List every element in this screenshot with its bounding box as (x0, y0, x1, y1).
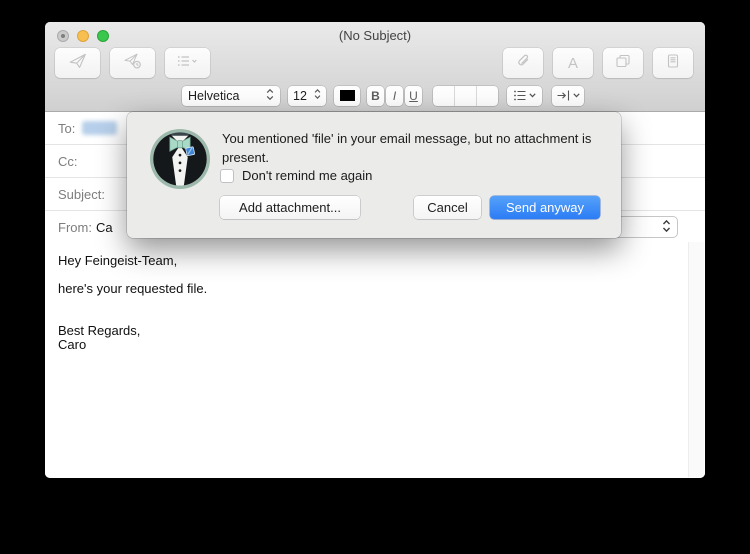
paper-plane-icon (69, 53, 87, 74)
message-body-text: Hey Feingeist-Team, here's your requeste… (58, 253, 208, 352)
tuxedo-avatar-icon (149, 128, 211, 190)
cc-label: Cc: (58, 153, 78, 169)
attach-button[interactable] (503, 48, 543, 78)
cancel-button[interactable]: Cancel (414, 196, 481, 219)
titlebar[interactable]: (No Subject) (45, 22, 705, 48)
format-bar: Helvetica 12 B I U (45, 80, 705, 111)
attachment-reminder-dialog: You mentioned 'file' in your email messa… (127, 112, 621, 238)
message-body-editor[interactable]: Hey Feingeist-Team, here's your requeste… (45, 242, 705, 478)
align-left-button[interactable] (433, 86, 454, 106)
chevron-down-icon (572, 93, 580, 98)
toolbar: A (55, 47, 693, 79)
align-center-icon (459, 91, 472, 100)
bold-button[interactable]: B (367, 85, 384, 106)
stationery-button[interactable] (653, 48, 693, 78)
underline-button[interactable]: U (405, 85, 422, 106)
send-button[interactable] (55, 48, 100, 78)
recipient-token-blurred[interactable] (82, 121, 118, 135)
to-label: To: (58, 120, 76, 136)
font-size-value: 12 (293, 88, 307, 103)
text-color-well[interactable] (334, 85, 360, 106)
window-chrome: (No Subject) A Helvetica 12 B I U (45, 22, 705, 112)
font-family-select[interactable]: Helvetica (182, 85, 280, 106)
dialog-message: You mentioned 'file' in your email messa… (222, 131, 592, 165)
desktop-background: (No Subject) A Helvetica 12 B I U To: Cc… (0, 0, 750, 554)
send-anyway-button[interactable]: Send anyway (490, 196, 600, 219)
dont-remind-row: Don't remind me again (220, 168, 372, 183)
compose-window: (No Subject) A Helvetica 12 B I U To: Cc… (45, 22, 705, 478)
photo-browser-button[interactable] (603, 48, 643, 78)
bullet-list-icon (513, 90, 525, 101)
paper-plane-clock-icon (123, 53, 142, 74)
from-label: From: (58, 219, 92, 235)
paperclip-icon (515, 53, 531, 74)
align-right-button[interactable] (476, 85, 498, 106)
dialog-buttons: Add attachment... Cancel Send anyway (220, 196, 600, 219)
alignment-segmented-control (433, 85, 498, 106)
window-title: (No Subject) (338, 28, 412, 43)
align-left-icon (437, 91, 450, 100)
indent-arrow-icon (557, 90, 569, 101)
align-center-button[interactable] (454, 85, 476, 106)
scrollbar-track[interactable] (688, 242, 704, 477)
indent-button[interactable] (552, 85, 584, 106)
dont-remind-label: Don't remind me again (242, 168, 373, 183)
traffic-lights (57, 30, 109, 42)
send-later-button[interactable] (110, 48, 155, 78)
format-button[interactable]: A (553, 48, 593, 78)
chevron-down-icon (528, 93, 536, 98)
stepper-chevrons-icon (314, 88, 321, 103)
font-size-select[interactable]: 12 (288, 85, 326, 106)
add-attachment-button[interactable]: Add attachment... (220, 196, 360, 219)
italic-button[interactable]: I (386, 85, 403, 106)
zoom-button[interactable] (97, 30, 109, 42)
align-right-icon (481, 91, 494, 100)
photo-browser-icon (615, 53, 631, 74)
close-button[interactable] (57, 30, 69, 42)
stepper-chevrons-icon (662, 219, 671, 236)
subject-label: Subject: (58, 186, 105, 202)
stepper-chevrons-icon (266, 88, 274, 104)
list-style-button[interactable] (507, 85, 542, 106)
from-value: Ca (95, 219, 113, 235)
stationery-icon (665, 53, 681, 74)
bullet-list-chevron-icon (177, 54, 198, 73)
minimize-button[interactable] (77, 30, 89, 42)
color-swatch-black (339, 90, 355, 101)
lists-dropdown-button[interactable] (165, 48, 210, 78)
font-family-value: Helvetica (188, 88, 240, 103)
letter-a-icon: A (567, 54, 578, 72)
dont-remind-checkbox[interactable] (220, 168, 234, 183)
